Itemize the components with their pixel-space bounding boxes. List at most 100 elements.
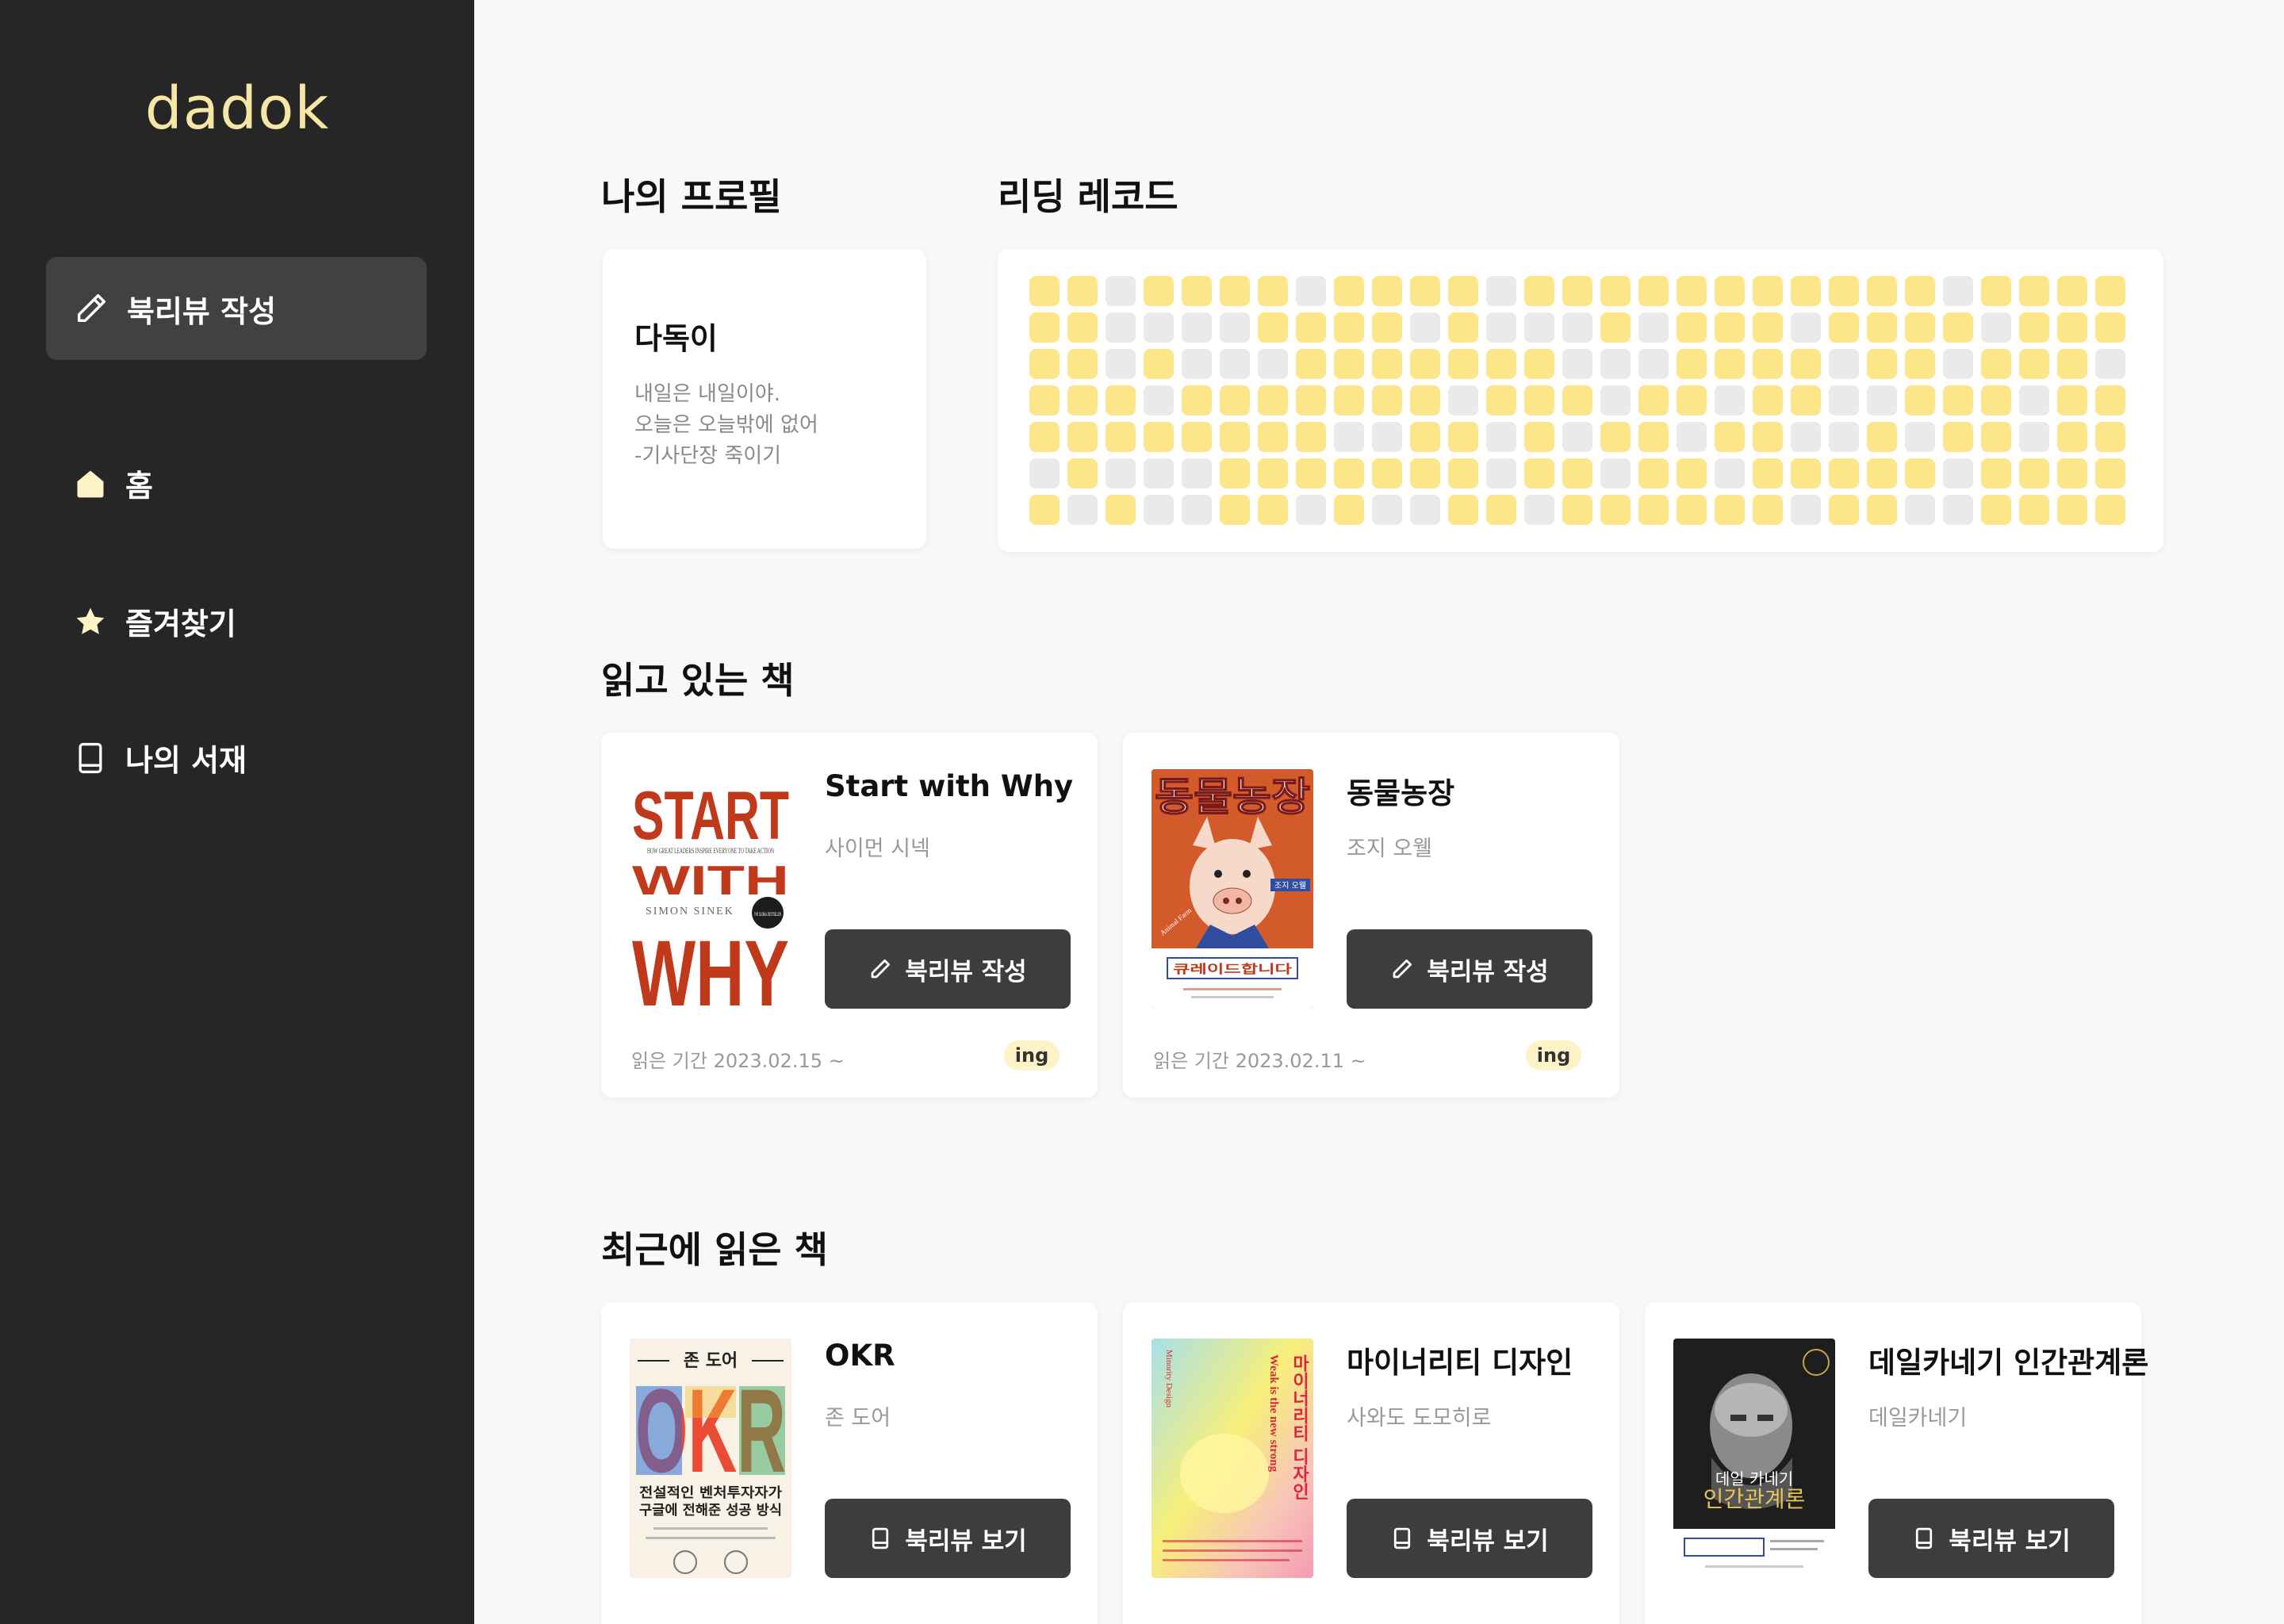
record-day-cell	[1067, 349, 1098, 379]
cover-subtitle: Weak is the new strong	[1267, 1354, 1280, 1473]
record-day-cell	[1182, 422, 1212, 452]
record-day-cell	[1106, 458, 1136, 488]
book-card-okr[interactable]: 존 도어 OKR 전설적인 벤처투자자가 구글에 전해준 성공 방식 OKR 존…	[601, 1302, 1098, 1624]
view-review-button[interactable]: 북리뷰 보기	[1347, 1499, 1592, 1578]
book-title[interactable]: 데일카네기 인간관계론	[1868, 1339, 2148, 1381]
record-day-cell	[1334, 422, 1364, 452]
cover-ribbon: 큐레이드합니다	[1173, 962, 1292, 976]
record-day-cell	[1296, 385, 1326, 416]
book-title[interactable]: OKR	[825, 1339, 895, 1373]
record-day-cell	[1829, 276, 1859, 306]
record-day-cell	[2019, 422, 2049, 452]
button-label: 북리뷰 보기	[905, 1526, 1027, 1556]
record-day-cell	[1829, 422, 1859, 452]
record-day-cell	[1144, 312, 1174, 343]
record-day-cell	[1106, 276, 1136, 306]
record-day-cell	[1600, 495, 1631, 525]
sidebar-item-favorites[interactable]: 즐겨찾기	[73, 599, 236, 643]
book-cover: START HOW GREAT LEADERS INSPIRE EVERYONE…	[630, 769, 791, 1009]
record-day-cell	[1981, 495, 2011, 525]
record-day-cell	[1106, 495, 1136, 525]
record-day-cell	[1562, 349, 1592, 379]
record-day-cell	[1905, 458, 1935, 488]
reading-period: 읽은 기간 2023.02.11 ~	[1153, 1050, 1366, 1072]
profile-section-title: 나의 프로필	[601, 175, 782, 218]
record-day-cell	[1029, 349, 1060, 379]
sidebar-item-home[interactable]: 홈	[73, 462, 153, 505]
record-day-cell	[1220, 312, 1250, 343]
record-day-cell	[1753, 385, 1783, 416]
record-day-cell	[1867, 422, 1897, 452]
record-day-cell	[1715, 495, 1745, 525]
record-day-cell	[1144, 458, 1174, 488]
record-day-cell	[1638, 495, 1669, 525]
record-day-cell	[1334, 385, 1364, 416]
record-day-cell	[1600, 312, 1631, 343]
cover-subtitle: 구글에 전해준 성공 방식	[639, 1503, 782, 1519]
book-card-animal-farm[interactable]: 동물농장 조지 오웰 Animal Farm 큐레이드합니다 동물농장 조지 오…	[1123, 733, 1619, 1097]
record-day-cell	[1943, 276, 1973, 306]
record-day-cell	[1448, 276, 1478, 306]
record-day-cell	[1867, 276, 1897, 306]
app-logo[interactable]: dadok	[0, 75, 474, 143]
record-day-cell	[1753, 458, 1783, 488]
record-day-cell	[1448, 312, 1478, 343]
cover-author: SIMON SINEK	[646, 906, 734, 917]
record-day-cell	[1943, 422, 1973, 452]
record-day-cell	[2057, 276, 2087, 306]
record-day-cell	[1106, 349, 1136, 379]
write-review-button[interactable]: 북리뷰 작성	[1347, 929, 1592, 1009]
record-day-cell	[1410, 349, 1440, 379]
record-day-cell	[1981, 422, 2011, 452]
record-day-cell	[1753, 422, 1783, 452]
book-title[interactable]: 마이너리티 디자인	[1347, 1339, 1573, 1381]
record-day-cell	[1486, 276, 1516, 306]
profile-card[interactable]: 다독이 내일은 내일이야. 오늘은 오늘밖에 없어 -기사단장 죽이기	[603, 249, 926, 549]
record-day-cell	[1638, 422, 1669, 452]
record-day-cell	[1372, 458, 1402, 488]
record-day-cell	[1753, 312, 1783, 343]
record-day-cell	[1220, 276, 1250, 306]
book-author: 존 도어	[825, 1406, 891, 1431]
record-day-cell	[1981, 385, 2011, 416]
book-card-carnegie[interactable]: 데일 카네기 인간관계론 데일카네기 인간관계론 데일카네기 북리뷰 보기	[1645, 1302, 2148, 1624]
record-day-cell	[2019, 349, 2049, 379]
record-day-cell	[1258, 349, 1288, 379]
button-label: 북리뷰 보기	[1949, 1526, 2071, 1556]
record-day-cell	[1029, 312, 1060, 343]
record-day-cell	[2057, 422, 2087, 452]
record-day-cell	[1638, 349, 1669, 379]
record-day-cell	[1182, 495, 1212, 525]
record-day-cell	[1715, 422, 1745, 452]
record-day-cell	[1067, 458, 1098, 488]
sidebar-item-library[interactable]: 나의 서재	[73, 736, 247, 779]
record-day-cell	[1372, 312, 1402, 343]
book-card-minority-design[interactable]: 마이너리티 디자인 Weak is the new strong Minorit…	[1123, 1302, 1619, 1624]
record-day-cell	[2019, 312, 2049, 343]
record-day-cell	[1638, 276, 1669, 306]
record-day-cell	[1791, 458, 1821, 488]
record-day-cell	[1600, 458, 1631, 488]
view-review-button[interactable]: 북리뷰 보기	[825, 1499, 1071, 1578]
book-author: 조지 오웰	[1347, 837, 1432, 861]
record-day-cell	[1144, 276, 1174, 306]
book-icon	[1394, 1527, 1411, 1549]
record-day-cell	[1524, 312, 1554, 343]
record-day-cell	[2095, 385, 2125, 416]
pencil-icon	[1393, 959, 1412, 979]
record-day-cell	[2057, 349, 2087, 379]
write-review-button[interactable]: 북리뷰 작성	[46, 257, 427, 360]
status-badge: ing	[1526, 1040, 1581, 1071]
record-day-cell	[1144, 422, 1174, 452]
book-title[interactable]: 동물농장	[1347, 769, 1454, 812]
write-review-button[interactable]: 북리뷰 작성	[825, 929, 1071, 1009]
record-day-cell	[1144, 495, 1174, 525]
button-label: 북리뷰 보기	[1427, 1526, 1549, 1556]
record-day-cell	[2057, 385, 2087, 416]
view-review-button[interactable]: 북리뷰 보기	[1868, 1499, 2114, 1578]
book-card-start-with-why[interactable]: START HOW GREAT LEADERS INSPIRE EVERYONE…	[601, 733, 1098, 1097]
book-author: 사이먼 시넥	[825, 837, 930, 861]
book-title[interactable]: Start with Why	[825, 769, 1073, 803]
record-day-cell	[1753, 495, 1783, 525]
recent-section-title: 최근에 읽은 책	[601, 1228, 828, 1271]
